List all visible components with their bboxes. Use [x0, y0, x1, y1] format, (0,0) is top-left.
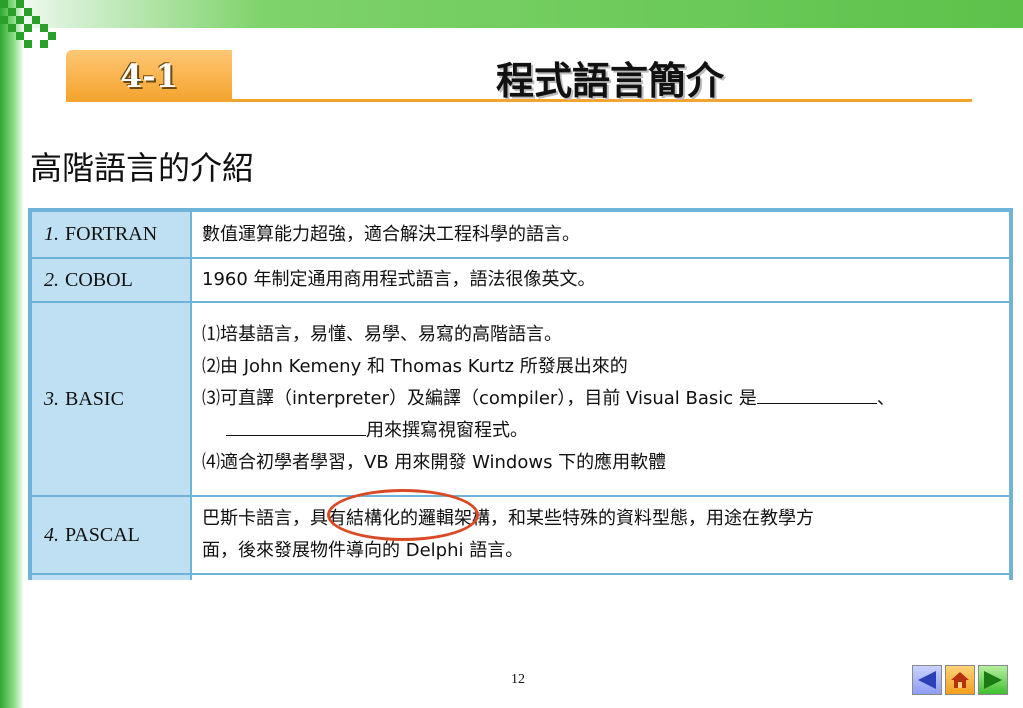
- language-table: 1. FORTRAN 數值運算能力超強，適合解決工程科學的語言。 2. COBOL …: [28, 208, 1013, 580]
- table-row: 1. FORTRAN 數值運算能力超強，適合解決工程科學的語言。: [30, 210, 1011, 259]
- language-name: BASIC: [65, 387, 124, 410]
- table-row: 3. BASIC ⑴培基語言，易懂、易學、易寫的高階語言。 ⑵由 John Kem…: [30, 301, 1011, 497]
- left-decorative-band: [0, 0, 24, 708]
- prev-slide-button[interactable]: [912, 665, 942, 695]
- language-description-cell: [190, 573, 1011, 580]
- table-row-partial: [30, 573, 1011, 580]
- next-arrow-icon: [984, 671, 1002, 689]
- language-name-cell: 2. COBOL: [30, 257, 192, 303]
- fill-in-blank: [756, 384, 877, 404]
- language-description-cell: 1960 年制定通用商用程式語言，語法很像英文。: [190, 257, 1011, 303]
- language-description-cell: ⑴培基語言，易懂、易學、易寫的高階語言。 ⑵由 John Kemeny 和 Th…: [190, 301, 1011, 497]
- language-name-cell: 1. FORTRAN: [30, 210, 192, 259]
- page-number: 12: [511, 672, 525, 687]
- next-slide-button[interactable]: [978, 665, 1008, 695]
- language-name-cell: 3. BASIC: [30, 301, 192, 497]
- checker-pattern-decoration: [0, 0, 64, 56]
- language-name-cell: 4. PASCAL: [30, 495, 192, 575]
- home-icon: [951, 672, 969, 688]
- prev-arrow-icon: [918, 671, 936, 689]
- language-description-cell: 數值運算能力超強，適合解決工程科學的語言。: [190, 210, 1011, 259]
- basic-line-3: ⑶可直譯（interpreter）及編譯（compiler），目前 Visual…: [202, 383, 999, 415]
- language-name: COBOL: [65, 268, 133, 291]
- language-name: FORTRAN: [65, 223, 158, 245]
- language-name-cell: [30, 573, 192, 580]
- home-button[interactable]: [945, 665, 975, 695]
- table-row: 4. PASCAL 巴斯卡語言，具有結構化的邏輯架構，和某些特殊的資料型態，用途在…: [30, 495, 1011, 575]
- language-description-cell: 巴斯卡語言，具有結構化的邏輯架構，和某些特殊的資料型態，用途在教學方 面，後來發…: [190, 495, 1011, 575]
- language-name: PASCAL: [65, 523, 140, 546]
- basic-line-4: 用來撰寫視窗程式。: [202, 415, 999, 447]
- fill-in-blank: [226, 416, 366, 436]
- section-number: 4-1: [120, 57, 178, 95]
- section-number-badge: 4-1: [66, 50, 232, 102]
- top-decorative-band: [0, 0, 1023, 28]
- section-heading: 高階語言的介紹: [30, 149, 255, 187]
- page-title: 程式語言簡介: [495, 58, 724, 103]
- table-row: 2. COBOL 1960 年制定通用商用程式語言，語法很像英文。: [30, 257, 1011, 303]
